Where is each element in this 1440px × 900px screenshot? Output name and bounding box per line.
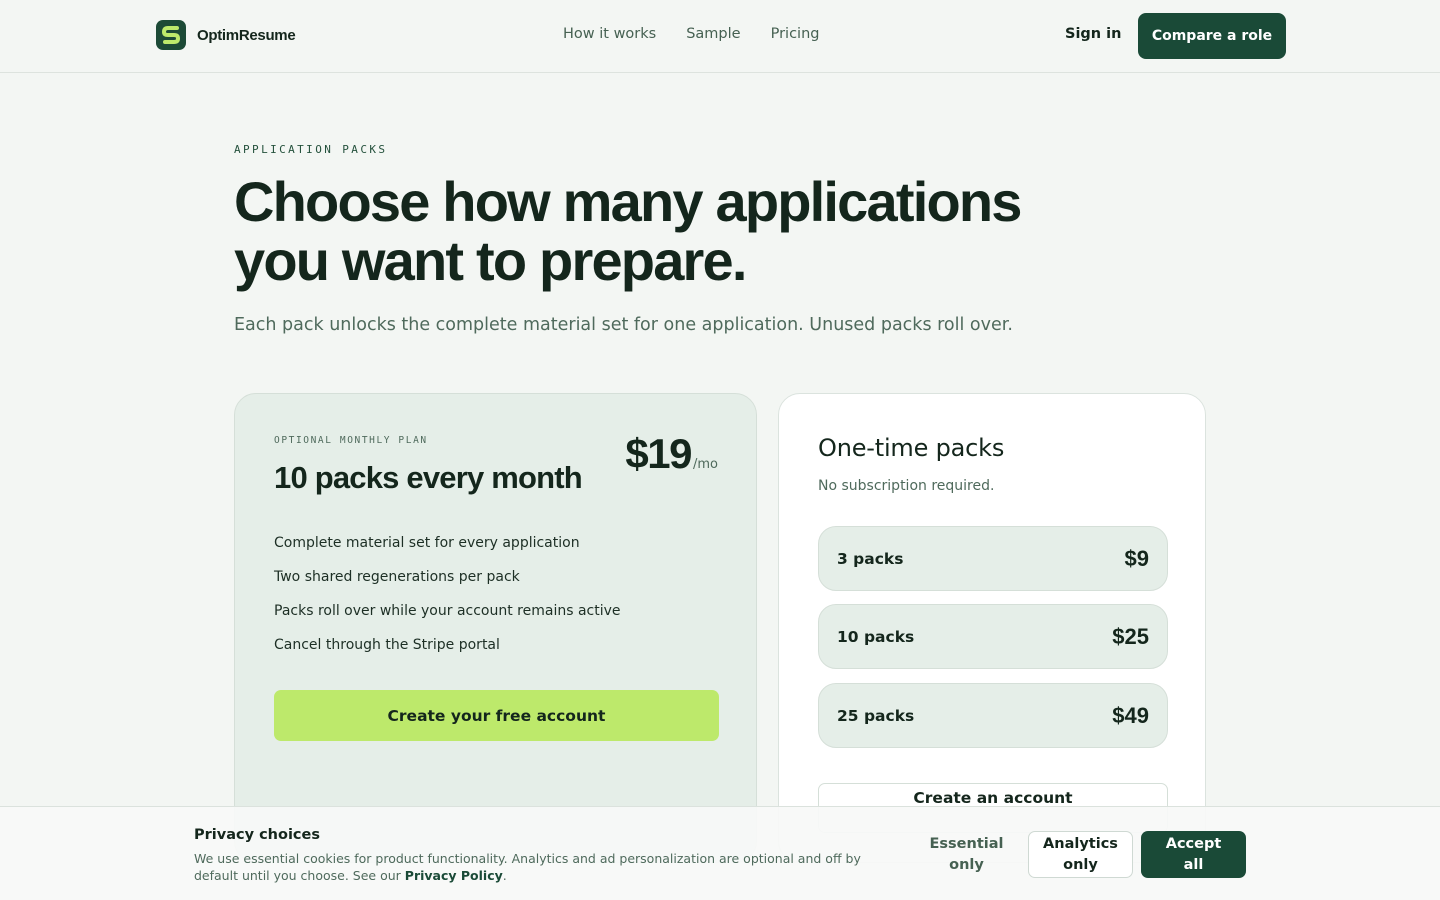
monthly-plan-title: 10 packs every month xyxy=(274,460,583,495)
monthly-plan-label: OPTIONAL MONTHLY PLAN xyxy=(274,435,428,446)
essential-label-1: Essential xyxy=(929,835,1004,852)
feature-item: Complete material set for every applicat… xyxy=(274,535,580,551)
one-time-title: One-time packs xyxy=(818,434,1005,462)
pack-name: 25 packs xyxy=(837,706,915,725)
one-time-packs-card: One-time packs No subscription required.… xyxy=(778,393,1206,863)
section-eyebrow: APPLICATION PACKS xyxy=(234,143,388,156)
pack-price: $49 xyxy=(1112,702,1149,728)
sign-in-link[interactable]: Sign in xyxy=(1065,26,1121,42)
accept-all-button[interactable]: Accept all xyxy=(1141,831,1246,878)
analytics-only-button[interactable]: Analytics only xyxy=(1028,831,1133,878)
cookie-text: We use essential cookies for product fun… xyxy=(194,850,894,884)
pack-price: $25 xyxy=(1112,623,1149,649)
compare-role-button[interactable]: Compare a role xyxy=(1138,13,1286,59)
pack-option-10[interactable]: 10 packs $25 xyxy=(818,604,1168,669)
analytics-label-2: only xyxy=(1063,856,1098,873)
brand-logo-icon xyxy=(156,20,186,50)
brand[interactable]: OptimResume xyxy=(156,20,296,50)
analytics-label-1: Analytics xyxy=(1043,835,1118,852)
page-subtitle: Each pack unlocks the complete material … xyxy=(234,315,1013,335)
pack-option-3[interactable]: 3 packs $9 xyxy=(818,526,1168,591)
pack-name: 10 packs xyxy=(837,627,915,646)
create-free-account-button[interactable]: Create your free account xyxy=(274,690,719,741)
feature-item: Two shared regenerations per pack xyxy=(274,569,520,585)
monthly-price-amount: $19 xyxy=(625,430,692,477)
site-header: OptimResume How it works Sample Pricing … xyxy=(0,0,1440,73)
cookie-text-end: . xyxy=(502,868,507,883)
feature-list: Complete material set for every applicat… xyxy=(274,533,621,669)
pack-option-25[interactable]: 25 packs $49 xyxy=(818,683,1168,748)
accept-label-1: Accept xyxy=(1165,835,1222,852)
monthly-plan-card: OPTIONAL MONTHLY PLAN 10 packs every mon… xyxy=(234,393,757,863)
nav-pricing[interactable]: Pricing xyxy=(771,26,820,42)
cookie-body: We use essential cookies for product fun… xyxy=(194,851,861,883)
essential-label-2: only xyxy=(949,856,984,873)
pack-name: 3 packs xyxy=(837,549,904,568)
page-title: Choose how many applications you want to… xyxy=(234,172,1114,290)
accept-label-2: all xyxy=(1183,856,1204,873)
brand-name: OptimResume xyxy=(197,26,296,44)
title-line-2: you want to prepare. xyxy=(234,229,747,292)
pack-price: $9 xyxy=(1124,545,1149,571)
title-line-1: Choose how many applications xyxy=(234,170,1022,233)
essential-only-button[interactable]: Essential only xyxy=(914,831,1019,878)
privacy-policy-link[interactable]: Privacy Policy xyxy=(405,868,503,883)
nav-sample[interactable]: Sample xyxy=(686,26,740,42)
cookie-title: Privacy choices xyxy=(194,827,320,843)
main-nav: How it works Sample Pricing xyxy=(563,26,819,42)
monthly-price-period: /mo xyxy=(693,457,718,472)
cookie-banner: Privacy choices We use essential cookies… xyxy=(0,806,1440,900)
feature-item: Cancel through the Stripe portal xyxy=(274,637,500,653)
one-time-subtitle: No subscription required. xyxy=(818,478,995,494)
feature-item: Packs roll over while your account remai… xyxy=(274,603,621,619)
nav-how-it-works[interactable]: How it works xyxy=(563,26,656,42)
monthly-price: $19 /mo xyxy=(625,430,718,478)
